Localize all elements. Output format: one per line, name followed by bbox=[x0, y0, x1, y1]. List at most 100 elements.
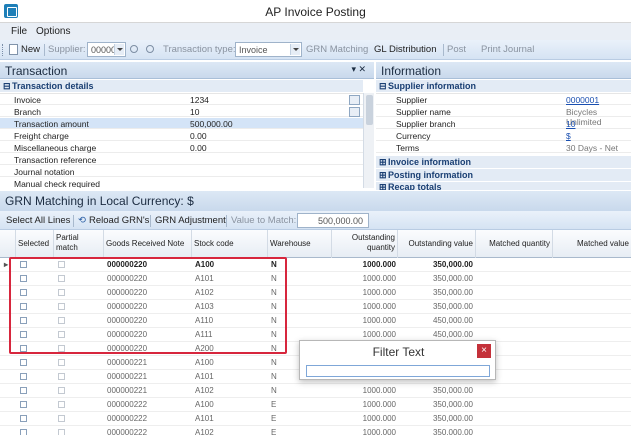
partial-match-checkbox[interactable] bbox=[58, 387, 65, 394]
col-partial-match[interactable]: Partial match bbox=[54, 230, 104, 258]
transaction-row[interactable]: Journal notation bbox=[0, 166, 363, 177]
outstanding-quantity: 1000.000 bbox=[362, 302, 396, 311]
property-key: Transaction reference bbox=[14, 155, 97, 165]
col-goods-received-note[interactable]: Goods Received Note bbox=[104, 230, 192, 258]
selected-checkbox[interactable] bbox=[20, 373, 27, 380]
gl-distribution-button[interactable]: GL Distribution bbox=[374, 44, 436, 55]
transaction-row[interactable]: Manual check required bbox=[0, 178, 363, 188]
transaction-row[interactable]: Invoice 1234 bbox=[0, 94, 363, 105]
scrollbar-thumb[interactable] bbox=[366, 95, 373, 125]
recap-totals-section[interactable]: ⊞ Recap totals bbox=[376, 182, 631, 190]
title-bar: AP Invoice Posting bbox=[0, 0, 631, 23]
selected-checkbox[interactable] bbox=[20, 415, 27, 422]
print-journal-button[interactable]: Print Journal bbox=[481, 44, 534, 55]
property-key: Transaction amount bbox=[14, 119, 89, 129]
expand-icon[interactable]: ⊞ bbox=[379, 182, 387, 190]
partial-match-checkbox[interactable] bbox=[58, 401, 65, 408]
table-row[interactable]: 000000221 A102 N 1000.000 350,000.00 bbox=[0, 384, 631, 398]
partial-match-checkbox[interactable] bbox=[58, 429, 65, 435]
col-matched-value[interactable]: Matched value bbox=[553, 230, 631, 258]
menu-file[interactable]: File bbox=[11, 26, 27, 37]
partial-match-checkbox[interactable] bbox=[58, 415, 65, 422]
invoice-search-icon[interactable] bbox=[349, 95, 360, 105]
table-row[interactable]: 000000222 A102 E 1000.000 350,000.00 bbox=[0, 426, 631, 435]
transaction-row[interactable]: Miscellaneous charge 0.00 bbox=[0, 142, 363, 153]
partial-match-checkbox[interactable] bbox=[58, 373, 65, 380]
selected-checkbox[interactable] bbox=[20, 387, 27, 394]
supplier-info-row[interactable]: Supplier 0000001 bbox=[376, 94, 631, 105]
selected-checkbox[interactable] bbox=[20, 429, 27, 435]
invoice-information-section[interactable]: ⊞ Invoice information bbox=[376, 156, 631, 168]
warehouse: E bbox=[271, 400, 277, 409]
transaction-row[interactable]: Transaction amount 500,000.00 bbox=[0, 118, 363, 129]
stock-code: A100 bbox=[195, 400, 214, 409]
property-value[interactable]: 500,000.00 bbox=[190, 119, 233, 129]
select-all-lines-button[interactable]: Select All Lines bbox=[6, 215, 70, 226]
partial-match-checkbox[interactable] bbox=[58, 359, 65, 366]
selected-checkbox[interactable] bbox=[20, 401, 27, 408]
col-matched-quantity[interactable]: Matched quantity bbox=[476, 230, 553, 258]
chevron-down-icon[interactable] bbox=[114, 44, 124, 55]
new-button[interactable]: New bbox=[21, 44, 40, 55]
col-outstanding-quantity[interactable]: Outstanding quantity bbox=[332, 230, 398, 258]
chevron-down-icon[interactable] bbox=[290, 44, 300, 55]
supplier-combo[interactable]: 00000 bbox=[87, 42, 126, 57]
stock-code: A101 bbox=[195, 414, 214, 423]
search-icon[interactable] bbox=[130, 45, 138, 53]
property-key: Miscellaneous charge bbox=[14, 143, 97, 153]
expand-icon[interactable]: ⊞ bbox=[379, 157, 387, 168]
col-selected[interactable]: Selected bbox=[16, 230, 54, 258]
col-warehouse[interactable]: Warehouse bbox=[268, 230, 332, 258]
supplier-info-row[interactable]: Currency $ bbox=[376, 130, 631, 141]
post-button[interactable]: Post bbox=[447, 44, 466, 55]
reload-grns-button[interactable]: Reload GRN's bbox=[89, 215, 149, 226]
grn-matching-button[interactable]: GRN Matching bbox=[306, 44, 368, 55]
supplier-info-row[interactable]: Terms 30 Days - Net bbox=[376, 142, 631, 153]
grn-column-header: Selected Partial match Goods Received No… bbox=[0, 230, 631, 258]
supplier-information-section[interactable]: ⊟ Supplier information bbox=[376, 80, 631, 92]
transaction-details-section[interactable]: ⊟ Transaction details bbox=[0, 80, 363, 92]
transaction-row[interactable]: Freight charge 0.00 bbox=[0, 130, 363, 141]
col-stock-code[interactable]: Stock code bbox=[192, 230, 268, 258]
property-value[interactable]: 1234 bbox=[190, 95, 209, 105]
property-value[interactable]: 0.00 bbox=[190, 131, 207, 141]
branch-search-icon[interactable] bbox=[349, 107, 360, 117]
expand-icon[interactable]: ⊞ bbox=[379, 170, 387, 181]
menu-options[interactable]: Options bbox=[36, 26, 70, 37]
outstanding-value: 350,000.00 bbox=[432, 260, 473, 269]
recap-totals-label: Recap totals bbox=[388, 182, 442, 190]
property-value[interactable]: 0.00 bbox=[190, 143, 207, 153]
property-value[interactable]: $ bbox=[566, 131, 571, 141]
col-outstanding-value[interactable]: Outstanding value bbox=[398, 230, 476, 258]
transaction-scrollbar[interactable] bbox=[363, 93, 374, 188]
property-key: Freight charge bbox=[14, 131, 69, 141]
transaction-row[interactable]: Branch 10 bbox=[0, 106, 363, 117]
value-to-match-label: Value to Match: bbox=[231, 215, 297, 226]
property-value[interactable]: 0000001 bbox=[566, 95, 599, 105]
table-row[interactable]: 000000222 A101 E 1000.000 350,000.00 bbox=[0, 412, 631, 426]
collapse-icon[interactable]: ⊟ bbox=[3, 81, 11, 92]
toolbar-grip[interactable] bbox=[2, 44, 5, 56]
value-to-match-value: 500,000.00 bbox=[317, 216, 363, 226]
close-icon[interactable]: × bbox=[477, 344, 491, 358]
grn-number: 000000222 bbox=[107, 414, 148, 423]
outstanding-quantity: 1000.000 bbox=[362, 330, 396, 339]
row-indicator-header bbox=[0, 230, 16, 258]
transaction-type-combo[interactable]: Invoice bbox=[235, 42, 302, 57]
selected-checkbox[interactable] bbox=[20, 359, 27, 366]
table-row[interactable]: 000000222 A100 E 1000.000 350,000.00 bbox=[0, 398, 631, 412]
grn-adjustment-button[interactable]: GRN Adjustment bbox=[155, 215, 226, 226]
outstanding-value: 350,000.00 bbox=[432, 274, 473, 283]
transaction-row[interactable]: Transaction reference bbox=[0, 154, 363, 165]
supplier-info-row[interactable]: Supplier branch 10 bbox=[376, 118, 631, 129]
supplier-info-row[interactable]: Supplier name Bicycles Unlimited bbox=[376, 106, 631, 127]
transaction-type-value: Invoice bbox=[239, 45, 268, 55]
posting-information-section[interactable]: ⊞ Posting information bbox=[376, 169, 631, 181]
property-value[interactable]: 10 bbox=[190, 107, 199, 117]
panel-menu-icon[interactable]: ▾ ✕ bbox=[351, 64, 366, 75]
collapse-icon[interactable]: ⊟ bbox=[379, 81, 387, 92]
refresh-icon[interactable] bbox=[146, 45, 154, 53]
filter-text-input[interactable] bbox=[306, 365, 490, 377]
value-to-match-field[interactable]: 500,000.00 bbox=[297, 213, 369, 228]
property-value[interactable]: 10 bbox=[566, 119, 575, 129]
